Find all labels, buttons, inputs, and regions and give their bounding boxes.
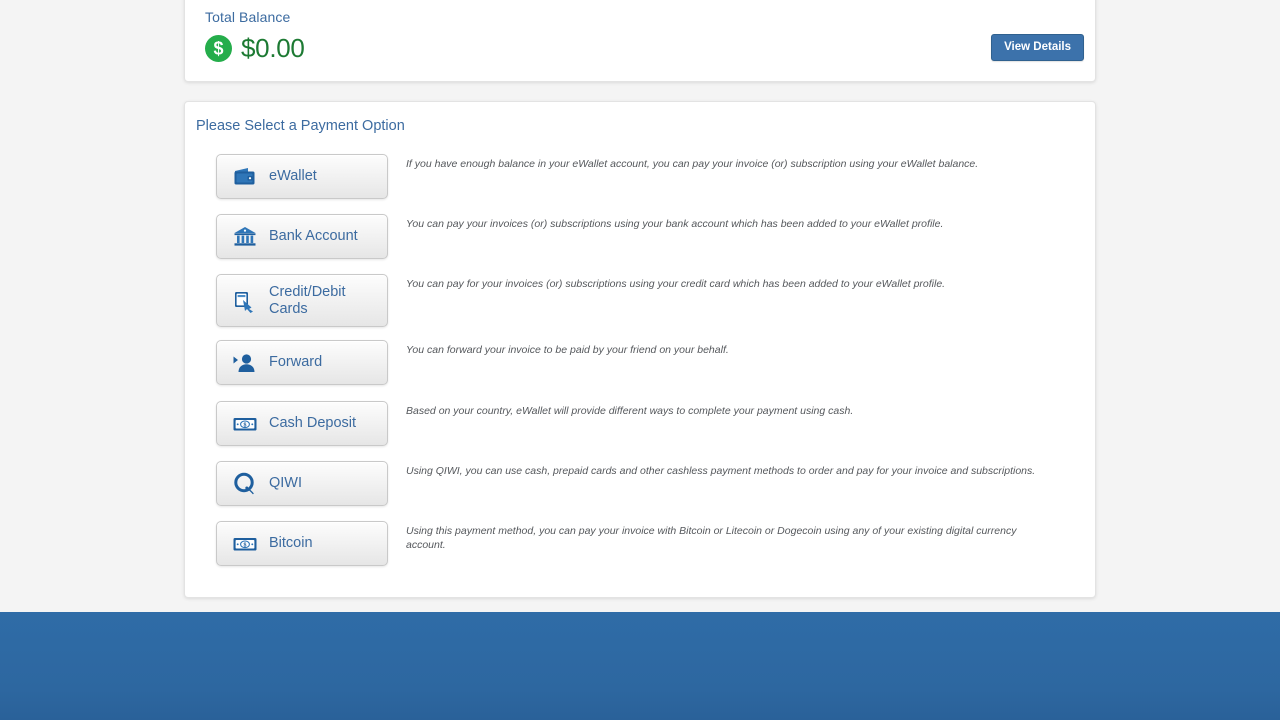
payment-option-qiwi[interactable]: QIWI (216, 461, 388, 506)
payment-option-row: $ Cash Deposit Based on your country, eW… (216, 401, 1081, 461)
svg-text:$: $ (244, 422, 247, 428)
payment-option-description: If you have enough balance in your eWall… (406, 158, 979, 170)
balance-amount: $0.00 (241, 33, 305, 63)
banknote-icon: $ (233, 537, 257, 550)
payment-option-description: You can pay your invoices (or) subscript… (406, 218, 944, 230)
payment-option-label: Cash Deposit (269, 415, 357, 432)
payment-option-label: QIWI (269, 475, 303, 492)
payment-option-description: You can pay for your invoices (or) subsc… (406, 278, 946, 290)
payment-option-credit-debit-cards[interactable]: Credit/Debit Cards (216, 274, 388, 327)
payment-options-list: eWallet If you have enough balance in yo… (216, 154, 1081, 581)
payment-option-row: QIWI Using QIWI, you can use cash, prepa… (216, 461, 1081, 521)
page-title: Please Select a Payment Option (196, 118, 405, 134)
payment-option-forward[interactable]: Forward (216, 340, 388, 385)
payment-option-row: eWallet If you have enough balance in yo… (216, 154, 1081, 214)
person-forward-icon (233, 353, 255, 372)
total-balance-card: Total Balance $0.00 View Details (184, 0, 1096, 82)
payment-option-description: Using this payment method, you can pay y… (406, 525, 1017, 552)
wallet-icon (234, 167, 255, 184)
banknote-icon: $ (233, 417, 257, 430)
payment-option-label: Forward (269, 354, 323, 371)
payment-option-ewallet[interactable]: eWallet (216, 154, 388, 199)
payment-option-label: Bank Account (269, 228, 358, 245)
payment-option-row: $ Bitcoin Using this payment method, you… (216, 521, 1081, 581)
payment-options-page: Total Balance $0.00 View Details Please … (0, 0, 1280, 720)
payment-option-cash-deposit[interactable]: $ Cash Deposit (216, 401, 388, 446)
dollar-coin-icon (205, 35, 232, 62)
view-details-button[interactable]: View Details (991, 34, 1084, 61)
payment-option-label: eWallet (269, 168, 317, 185)
payment-option-label: Credit/Debit Cards (269, 284, 346, 317)
payment-option-row: Forward You can forward your invoice to … (216, 340, 1081, 401)
payment-option-row: Credit/Debit Cards You can pay for your … (216, 274, 1081, 340)
balance-row: $0.00 (205, 33, 305, 64)
payment-option-description: You can forward your invoice to be paid … (406, 344, 729, 356)
bank-icon (234, 226, 256, 246)
payment-options-card: Please Select a Payment Option eWallet I… (184, 101, 1096, 598)
payment-option-description: Using QIWI, you can use cash, prepaid ca… (406, 465, 1036, 477)
payment-option-bitcoin[interactable]: $ Bitcoin (216, 521, 388, 566)
payment-option-label: Bitcoin (269, 535, 313, 552)
total-balance-label: Total Balance (205, 9, 291, 25)
page-footer: Fees Terms Privacy Privacy Shield 8am - … (0, 612, 1280, 720)
payment-option-bank-account[interactable]: Bank Account (216, 214, 388, 259)
svg-text:$: $ (244, 542, 247, 548)
payment-option-row: Bank Account You can pay your invoices (… (216, 214, 1081, 274)
credit-card-hand-icon (235, 291, 253, 313)
payment-option-description: Based on your country, eWallet will prov… (406, 405, 854, 417)
qiwi-q-icon (234, 472, 254, 494)
